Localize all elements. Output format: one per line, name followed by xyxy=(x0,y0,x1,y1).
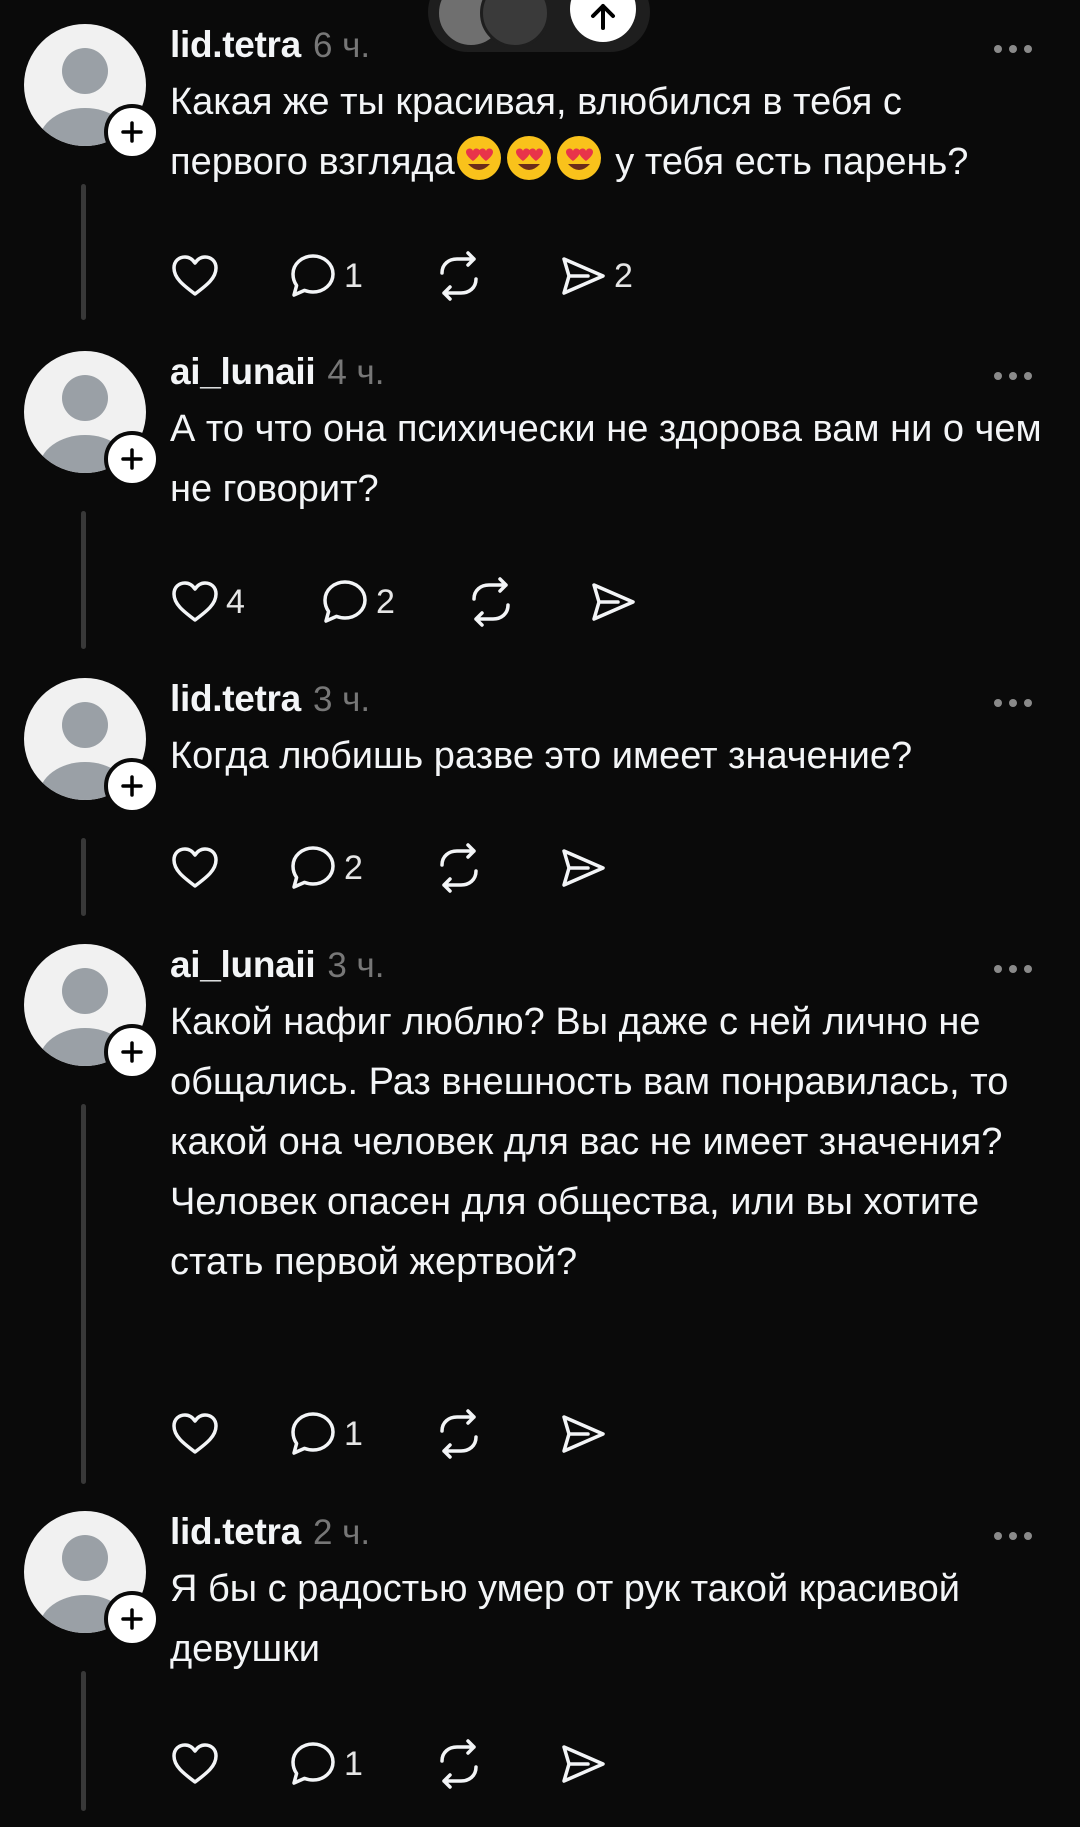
post-text: Я бы с радостью умер от рук такой красив… xyxy=(170,1568,961,1670)
share-button[interactable] xyxy=(558,840,608,896)
avatar[interactable] xyxy=(24,24,160,160)
timestamp: 2 ч. xyxy=(312,1513,371,1552)
avatar[interactable] xyxy=(24,944,160,1080)
reply-count: 1 xyxy=(344,1414,363,1453)
share-button[interactable]: 2 xyxy=(558,248,633,304)
comment-icon xyxy=(288,251,338,301)
repost-button[interactable] xyxy=(466,574,516,630)
send-icon xyxy=(558,1739,608,1789)
reply-button[interactable]: 1 xyxy=(288,1736,363,1792)
heart-icon xyxy=(170,1409,220,1459)
reply-count: 2 xyxy=(376,582,395,621)
heart-icon xyxy=(170,251,220,301)
avatar[interactable] xyxy=(24,1511,160,1647)
follow-plus-icon[interactable] xyxy=(104,431,160,487)
repost-icon xyxy=(434,1739,484,1789)
reply-button[interactable]: 2 xyxy=(320,574,395,630)
follow-plus-icon[interactable] xyxy=(104,1591,160,1647)
thread-line xyxy=(81,1104,86,1484)
send-icon xyxy=(558,1409,608,1459)
timestamp: 4 ч. xyxy=(327,353,385,392)
repost-button[interactable] xyxy=(434,248,484,304)
repost-icon xyxy=(434,1409,484,1459)
heart-icon xyxy=(170,1739,220,1789)
share-count: 2 xyxy=(614,256,633,295)
send-icon xyxy=(558,251,608,301)
like-button[interactable] xyxy=(170,840,226,896)
follow-plus-icon[interactable] xyxy=(104,758,160,814)
follow-plus-icon[interactable] xyxy=(104,104,160,160)
repost-icon xyxy=(434,251,484,301)
timestamp: 3 ч. xyxy=(327,946,385,985)
comment-icon xyxy=(288,1739,338,1789)
repost-button[interactable] xyxy=(434,1736,484,1792)
comment-icon xyxy=(288,843,338,893)
username[interactable]: ai_lunaii xyxy=(170,351,316,393)
username[interactable]: lid.tetra xyxy=(170,24,301,66)
send-icon xyxy=(588,577,638,627)
like-button[interactable]: 4 xyxy=(170,574,245,630)
comment-icon xyxy=(288,1409,338,1459)
username[interactable]: lid.tetra xyxy=(170,678,301,720)
post-text: Какой нафиг люблю? Вы даже с ней лично н… xyxy=(170,1001,1009,1283)
arrow-up-icon xyxy=(591,4,615,30)
heart-eyes-emoji xyxy=(455,134,503,182)
reply-count: 1 xyxy=(344,1744,363,1783)
username[interactable]: ai_lunaii xyxy=(170,944,316,986)
heart-eyes-emoji xyxy=(505,134,553,182)
share-button[interactable] xyxy=(588,574,638,630)
like-button[interactable] xyxy=(170,1406,226,1462)
post-text: Когда любишь разве это имеет значение? xyxy=(170,735,913,777)
heart-icon xyxy=(170,577,220,627)
follow-plus-icon[interactable] xyxy=(104,1024,160,1080)
repost-icon xyxy=(434,843,484,893)
like-count: 4 xyxy=(226,582,245,621)
heart-icon xyxy=(170,843,220,893)
like-button[interactable] xyxy=(170,1736,226,1792)
reply-button[interactable]: 1 xyxy=(288,1406,363,1462)
timestamp: 6 ч. xyxy=(312,26,371,65)
more-options-icon[interactable] xyxy=(992,696,1034,708)
reply-button[interactable]: 1 xyxy=(288,248,363,304)
more-options-icon[interactable] xyxy=(992,962,1034,974)
more-options-icon[interactable] xyxy=(992,369,1034,381)
scroll-up-button[interactable] xyxy=(570,0,636,42)
reply-button[interactable]: 2 xyxy=(288,840,363,896)
more-options-icon[interactable] xyxy=(992,42,1034,54)
repost-icon xyxy=(466,577,516,627)
avatar[interactable] xyxy=(24,678,160,814)
reply-count: 2 xyxy=(344,848,363,887)
timestamp: 3 ч. xyxy=(312,680,371,719)
heart-eyes-emoji xyxy=(555,134,603,182)
repost-button[interactable] xyxy=(434,840,484,896)
share-button[interactable] xyxy=(558,1736,608,1792)
like-button[interactable] xyxy=(170,248,226,304)
thread-line xyxy=(81,184,86,320)
send-icon xyxy=(558,843,608,893)
username[interactable]: lid.tetra xyxy=(170,1511,301,1553)
reply-count: 1 xyxy=(344,256,363,295)
comment-icon xyxy=(320,577,370,627)
thread-line xyxy=(81,838,86,916)
repost-button[interactable] xyxy=(434,1406,484,1462)
more-options-icon[interactable] xyxy=(992,1529,1034,1541)
post-text: А то что она психически не здорова вам н… xyxy=(170,408,1042,510)
avatar[interactable] xyxy=(24,351,160,487)
share-button[interactable] xyxy=(558,1406,608,1462)
post-text: Какая же ты красивая, влюбился в тебя с … xyxy=(170,81,969,183)
new-posts-pill[interactable] xyxy=(428,0,650,52)
thread-line xyxy=(81,1671,86,1811)
thread-line xyxy=(81,511,86,649)
